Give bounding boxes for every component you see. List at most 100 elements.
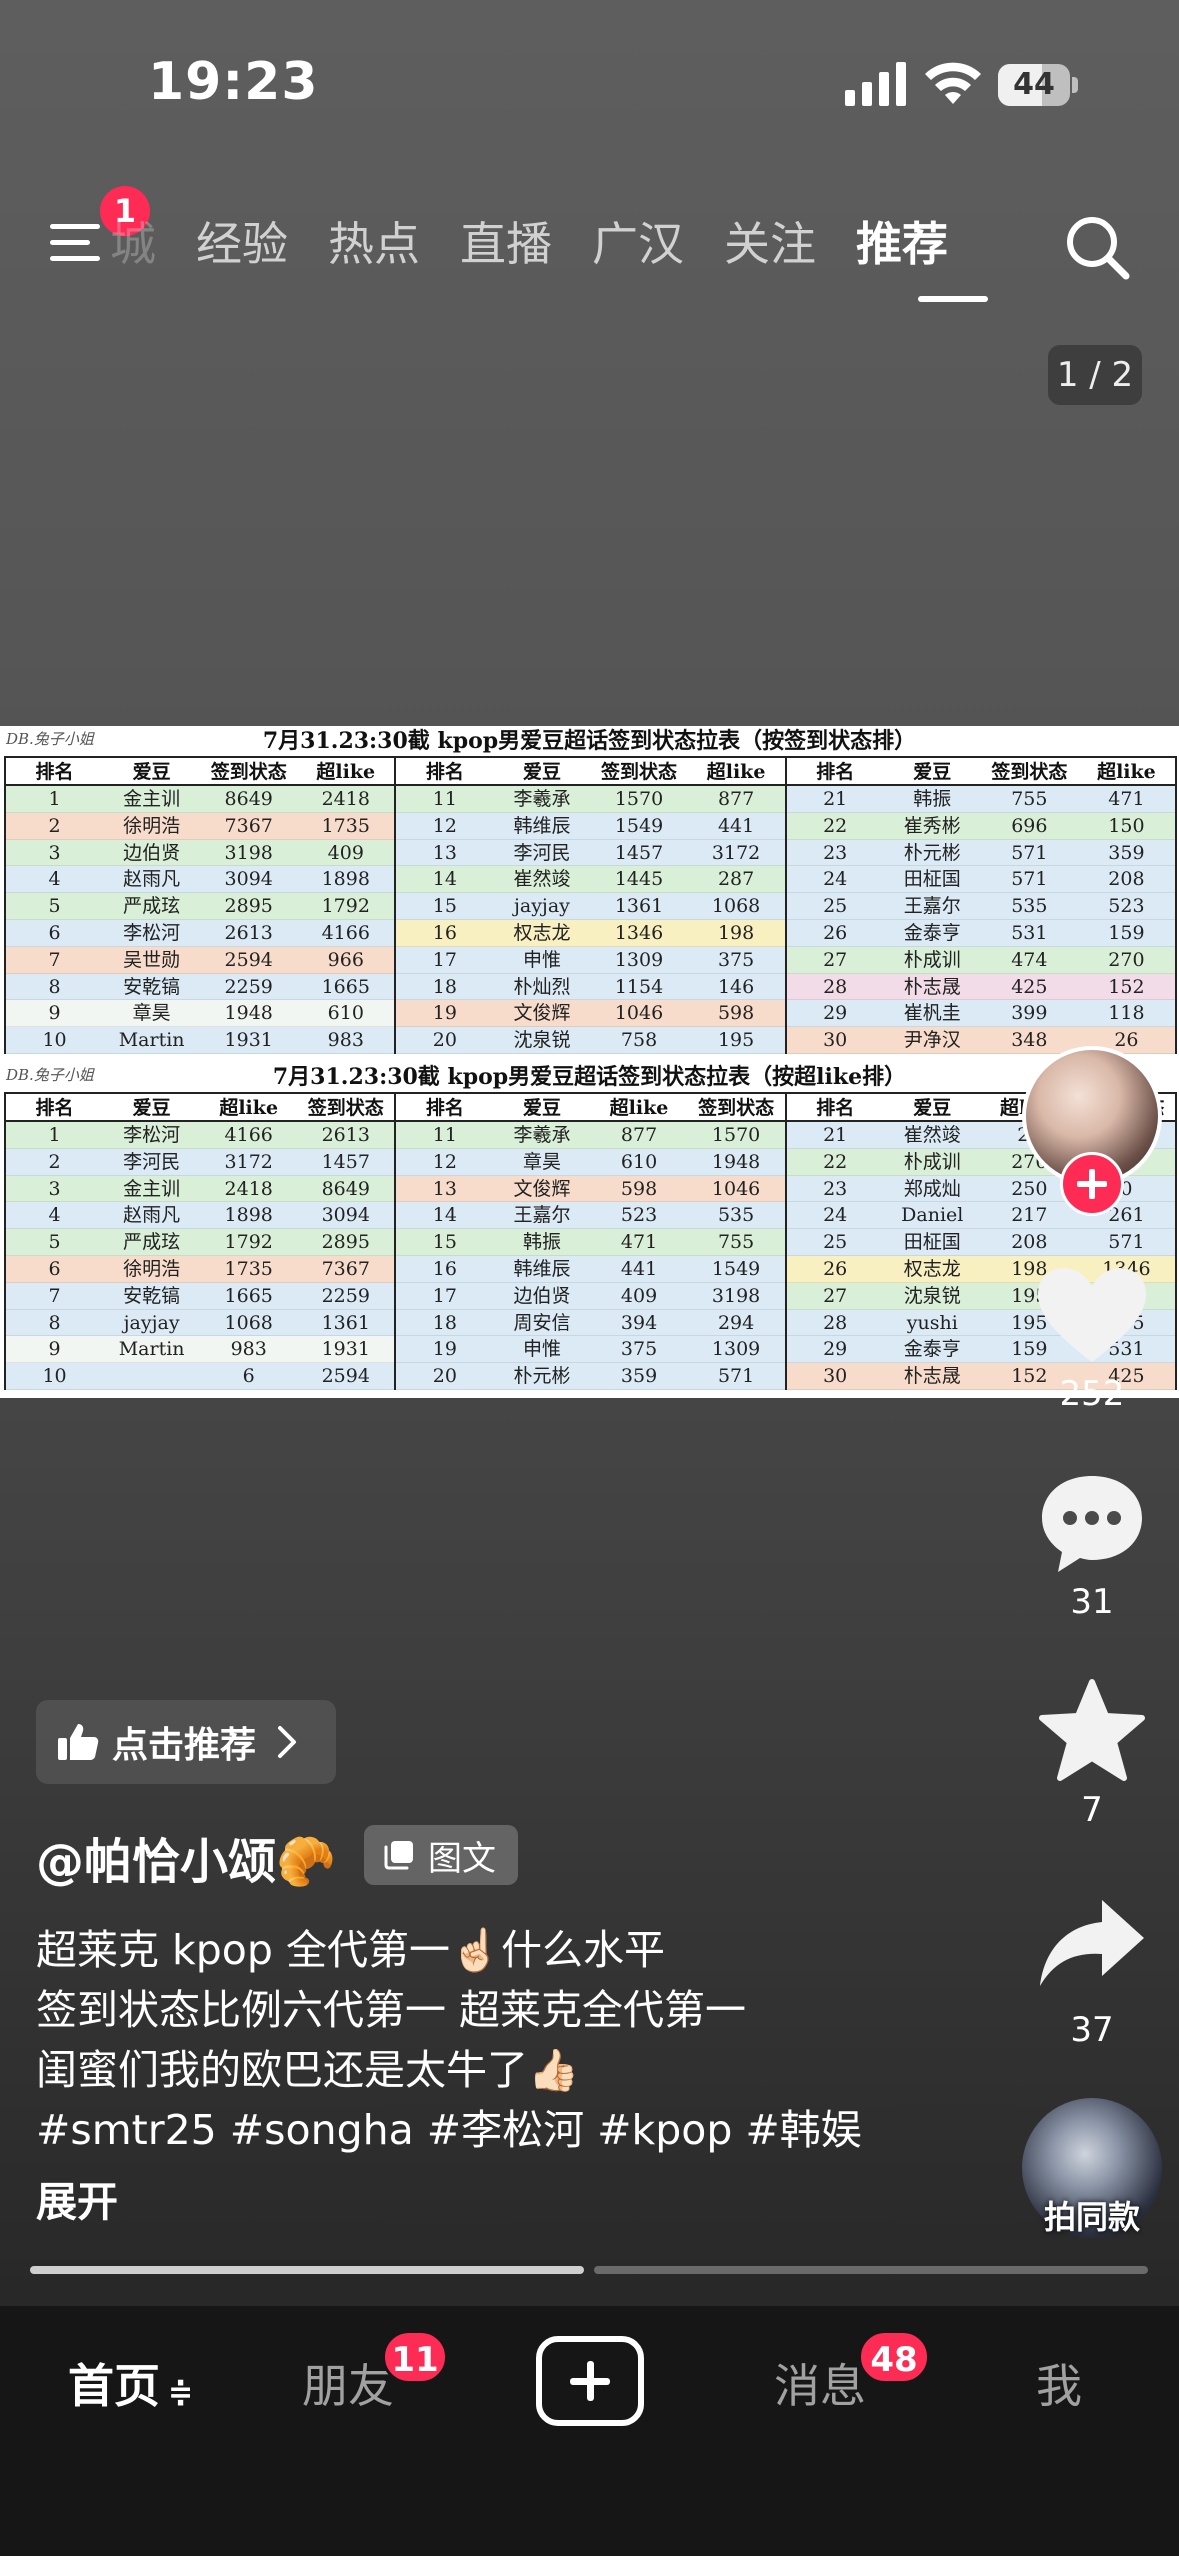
table-cell: 郑成灿 <box>903 1177 961 1200</box>
table-cell: 朴元彬 <box>903 841 961 864</box>
table-cell: 27 <box>823 1284 848 1307</box>
tab-city[interactable]: 城 <box>110 210 156 280</box>
nav-home[interactable]: 首页 ≑ <box>68 2350 193 2416</box>
table-cell: 崔杋圭 <box>903 1002 961 1025</box>
table-cell: 2 <box>48 1150 61 1173</box>
tab-trending[interactable]: 热点 <box>328 210 420 280</box>
table-row: 2 徐明浩 7367 1735 <box>6 812 395 840</box>
table-row: 5 严成玹 2895 1792 <box>6 893 395 920</box>
tab-local[interactable]: 广汉 <box>592 210 684 280</box>
table-cell: 朴灿烈 <box>513 975 571 998</box>
table-cell: 尹净汉 <box>903 1029 961 1052</box>
same-style-label[interactable]: 拍同款 <box>1022 2192 1162 2238</box>
table-cell: 18 <box>432 975 457 998</box>
table-cell: 1665 <box>224 1284 273 1307</box>
header-cell: 签到状态 <box>601 761 678 783</box>
table-cell: 2594 <box>224 948 273 971</box>
table-cell: 523 <box>620 1204 658 1227</box>
follow-button[interactable] <box>1060 1152 1124 1216</box>
table-cell: 4 <box>48 1204 61 1227</box>
table-cell: 李河民 <box>513 841 571 864</box>
share-icon[interactable] <box>1032 1890 1152 2000</box>
table-cell: 韩维辰 <box>513 1257 571 1280</box>
search-icon[interactable] <box>1062 212 1132 282</box>
table-cell: 441 <box>620 1257 658 1280</box>
table-cell: 1549 <box>614 814 664 837</box>
table-row: 3 金主训 2418 8649 <box>6 1175 395 1203</box>
header-cell: 排名 <box>816 761 855 783</box>
create-post-button[interactable] <box>536 2336 644 2426</box>
nav-me[interactable]: 我 <box>1036 2350 1082 2416</box>
author-name[interactable]: @帕恰小颂🥐 <box>36 1822 336 1892</box>
tab-recommend[interactable]: 推荐 <box>856 210 948 280</box>
table-cell: 471 <box>1108 788 1145 810</box>
tab-live[interactable]: 直播 <box>460 210 552 280</box>
table-cell: 朴志晟 <box>903 975 961 998</box>
table-cell: 1898 <box>224 1204 273 1227</box>
top-tab-bar: 城 经验 热点 直播 广汉 关注 推荐 <box>110 210 988 280</box>
table-cell: Daniel <box>901 1204 964 1227</box>
heart-icon[interactable] <box>1032 1262 1152 1372</box>
header-cell: 签到状态 <box>698 1097 775 1119</box>
table-row: 27 朴成训 474 270 <box>786 946 1175 974</box>
table-cell: 359 <box>1108 841 1145 864</box>
battery-level: 44 <box>1013 67 1055 102</box>
table-cell: 2418 <box>224 1177 273 1200</box>
comment-icon[interactable] <box>1032 1468 1152 1578</box>
table-cell: 19 <box>432 1002 457 1025</box>
table-cell: 571 <box>1108 1231 1145 1254</box>
table-cell: 610 <box>620 1150 658 1173</box>
expand-button[interactable]: 展开 <box>36 2168 118 2228</box>
table-cell: 田柾国 <box>903 868 961 891</box>
nav-messages[interactable]: 消息 <box>774 2350 866 2416</box>
table-cell: 21 <box>823 788 848 810</box>
header-cell: 爱豆 <box>132 1097 171 1119</box>
table-row: 12 章昊 610 1948 <box>396 1148 785 1176</box>
table-cell: 696 <box>1011 814 1048 837</box>
table-cell: 李河民 <box>123 1150 181 1173</box>
hashtag-line[interactable]: #smtr25 #songha #李松河 #kpop #韩娱 <box>36 2100 936 2160</box>
recommend-button[interactable]: 点击推荐 <box>36 1700 336 1784</box>
header-cell: 超like <box>1097 761 1156 783</box>
menu-icon[interactable] <box>50 218 108 268</box>
nav-home-label: 首页 <box>68 2359 160 2413</box>
table-cell: 权志龙 <box>513 921 571 944</box>
table-row: 17 边伯贤 409 3198 <box>396 1282 785 1310</box>
table-cell: 348 <box>1011 1029 1048 1052</box>
star-icon[interactable] <box>1032 1676 1152 1786</box>
table-cell: 598 <box>717 1002 755 1025</box>
post-type-tag: 图文 <box>364 1825 518 1885</box>
like-count: 252 <box>1059 1374 1125 1414</box>
table-cell: 1046 <box>711 1177 761 1200</box>
recommend-label: 点击推荐 <box>112 1725 257 1766</box>
table-row: 25 王嘉尔 535 523 <box>786 893 1175 920</box>
table-cell: jayjay <box>123 1311 180 1334</box>
table-cell: 18 <box>432 1311 457 1334</box>
tab-experience[interactable]: 经验 <box>196 210 288 280</box>
post-image[interactable]: 7月31.23:30截 kpop男爱豆超话签到状态拉表（按签到状态排） DB.兔… <box>0 726 1179 1398</box>
table-cell: 22 <box>823 814 848 837</box>
table-cell: Martin <box>118 1338 185 1361</box>
table-cell: 朴成训 <box>903 1150 961 1173</box>
table-cell: 8 <box>48 975 61 998</box>
nav-friends[interactable]: 朋友 <box>302 2350 394 2416</box>
tab-following[interactable]: 关注 <box>724 210 816 280</box>
table-cell: 1665 <box>321 975 370 998</box>
table-cell: 598 <box>620 1177 658 1200</box>
table-cell: 409 <box>620 1284 658 1307</box>
table-cell: 1792 <box>321 895 370 918</box>
table-cell: 523 <box>1108 895 1145 918</box>
table-cell: 边伯贤 <box>123 841 181 864</box>
table-cell: 金泰亨 <box>903 921 961 944</box>
table-cell: 531 <box>1011 921 1048 944</box>
desc-line: 闺蜜们我的欧巴还是太牛了👍🏻 <box>36 2046 580 2094</box>
post-description: 超莱克 kpop 全代第一☝🏻什么水平 签到状态比例六代第一 超莱克全代第一 闺… <box>36 1920 936 2160</box>
table-cell: 1948 <box>224 1002 273 1025</box>
table-row: 6 李松河 2613 4166 <box>6 919 395 947</box>
table-cell: 14 <box>432 1204 457 1227</box>
table-cell: 877 <box>717 788 755 810</box>
table-row: 23 朴元彬 571 359 <box>786 839 1175 867</box>
table-cell: 571 <box>717 1365 755 1388</box>
table-cell: 朴志晟 <box>903 1365 961 1388</box>
table-cell: 边伯贤 <box>513 1284 571 1307</box>
